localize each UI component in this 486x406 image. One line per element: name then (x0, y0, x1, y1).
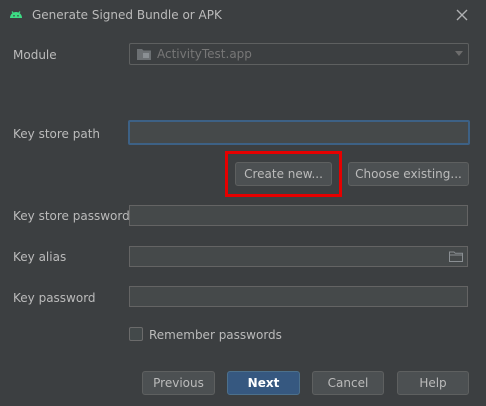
key-store-password-label: Key store password (13, 209, 130, 223)
chevron-down-icon (455, 51, 463, 56)
module-value: ActivityTest.app (157, 47, 252, 61)
previous-button[interactable]: Previous (142, 371, 215, 395)
create-new-button[interactable]: Create new... (235, 162, 332, 186)
cancel-button[interactable]: Cancel (312, 371, 384, 395)
android-icon (10, 11, 22, 18)
folder-icon[interactable] (449, 251, 463, 262)
key-alias-label: Key alias (13, 250, 67, 264)
key-store-path-label: Key store path (13, 127, 101, 141)
module-select[interactable]: ActivityTest.app (129, 43, 469, 65)
key-store-path-input[interactable] (128, 120, 470, 145)
help-button[interactable]: Help (397, 371, 469, 395)
choose-existing-button[interactable]: Choose existing... (348, 162, 469, 186)
next-button[interactable]: Next (227, 371, 300, 395)
module-label: Module (13, 48, 57, 62)
key-password-label: Key password (13, 291, 96, 305)
title-bar: Generate Signed Bundle or APK (0, 0, 486, 30)
window-title: Generate Signed Bundle or APK (32, 8, 222, 22)
key-password-input[interactable] (129, 286, 468, 307)
remember-passwords-checkbox[interactable] (129, 327, 143, 341)
key-alias-input[interactable] (129, 246, 468, 267)
module-folder-icon (137, 49, 151, 60)
key-store-password-input[interactable] (129, 205, 468, 226)
remember-passwords-label[interactable]: Remember passwords (149, 328, 282, 342)
close-icon[interactable] (452, 5, 472, 25)
